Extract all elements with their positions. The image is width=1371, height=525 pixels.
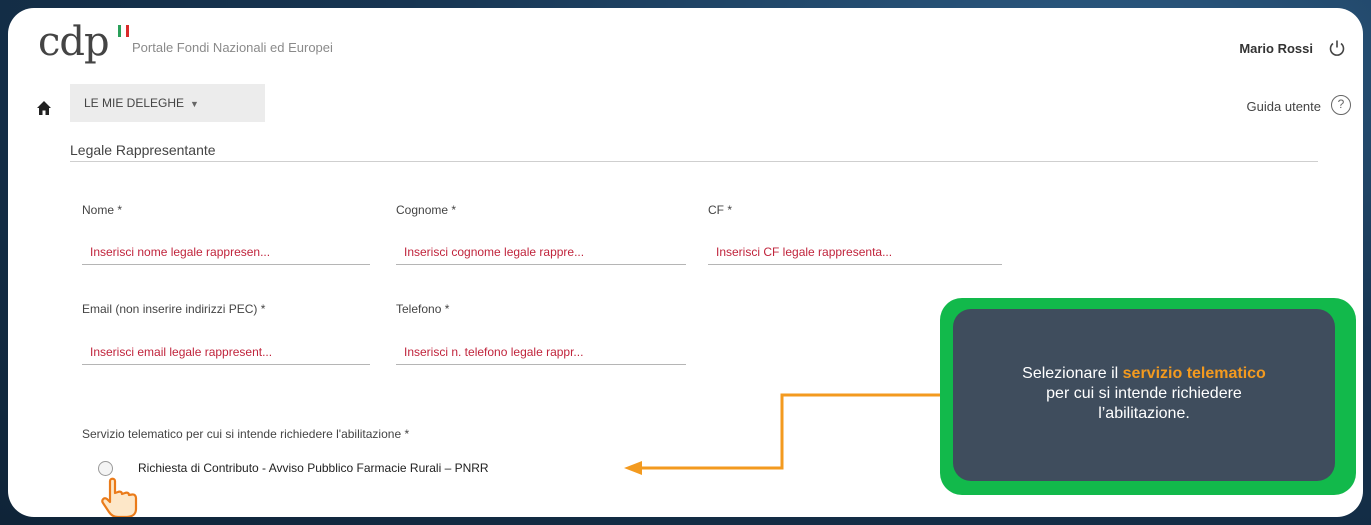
telefono-label: Telefono * xyxy=(396,302,450,316)
section-divider xyxy=(70,161,1318,162)
email-input[interactable]: Inserisci email legale rappresent... xyxy=(82,339,370,365)
callout-text-after: per cui si intende richiedere l’abilitaz… xyxy=(1046,385,1242,422)
cognome-input[interactable]: Inserisci cognome legale rappre... xyxy=(396,239,686,265)
cf-label: CF * xyxy=(708,203,732,217)
top-navbar: LE MIE DELEGHE ▼ Guida utente ? xyxy=(8,78,1363,128)
my-delegations-menu[interactable]: LE MIE DELEGHE ▼ xyxy=(70,84,265,122)
callout-highlight: servizio telematico xyxy=(1122,365,1266,382)
email-label: Email (non inserire indirizzi PEC) * xyxy=(82,302,266,316)
telefono-input[interactable]: Inserisci n. telefono legale rappr... xyxy=(396,339,686,365)
menu-label: LE MIE DELEGHE xyxy=(84,96,185,110)
nome-label: Nome * xyxy=(82,203,123,217)
logo-text: cdp xyxy=(38,19,110,65)
instruction-callout: Selezionare il servizio telematico per c… xyxy=(953,309,1335,481)
power-icon[interactable] xyxy=(1327,38,1347,58)
servizio-option-label[interactable]: Richiesta di Contributo - Avviso Pubblic… xyxy=(138,461,489,475)
user-name[interactable]: Mario Rossi xyxy=(1239,41,1313,56)
portal-title: Portale Fondi Nazionali ed Europei xyxy=(132,40,333,55)
section-title: Legale Rappresentante xyxy=(70,142,216,158)
home-icon[interactable] xyxy=(36,100,52,116)
servizio-radio[interactable] xyxy=(98,461,113,476)
pointing-hand-icon xyxy=(101,477,138,517)
caret-down-icon: ▼ xyxy=(190,99,199,109)
nome-input[interactable]: Inserisci nome legale rappresen... xyxy=(82,239,370,265)
callout-text-before: Selezionare il xyxy=(1022,365,1123,382)
cognome-label: Cognome * xyxy=(396,203,457,217)
servizio-label: Servizio telematico per cui si intende r… xyxy=(82,427,410,441)
user-guide-link[interactable]: Guida utente xyxy=(1247,99,1321,114)
italian-flag-icon xyxy=(118,25,130,37)
cdp-logo: cdp xyxy=(38,19,129,66)
help-circle-icon[interactable]: ? xyxy=(1331,95,1351,115)
cf-input[interactable]: Inserisci CF legale rappresenta... xyxy=(708,239,1002,265)
